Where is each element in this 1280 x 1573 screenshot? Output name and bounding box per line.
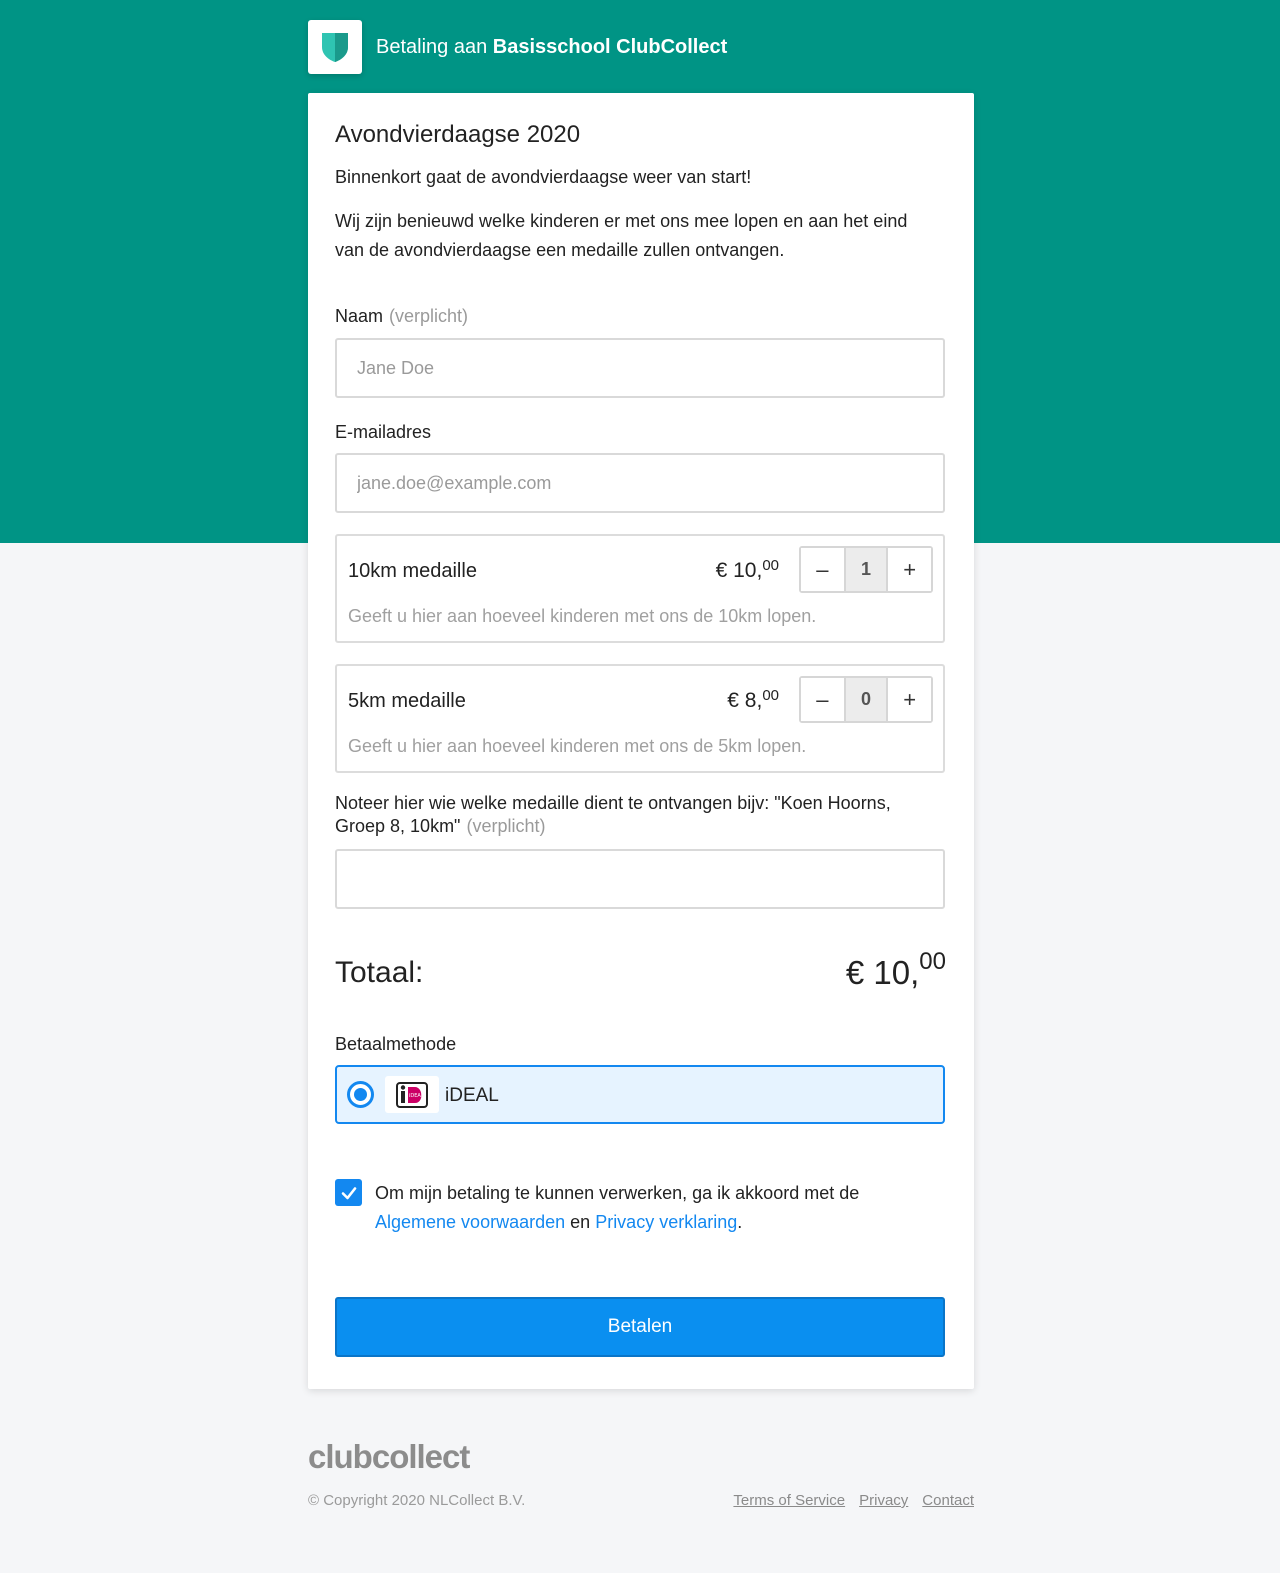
note-label: Noteer hier wie welke medaille dient te … — [335, 792, 935, 838]
product-10km: 10km medaille € 10,00 – 1 + Geeft u hier… — [335, 534, 945, 643]
ideal-logo-text: iDEAL — [409, 1093, 424, 1099]
shield-icon — [322, 33, 348, 62]
header-prefix: Betaling aan — [376, 35, 488, 58]
total-amount-main: € 10, — [845, 954, 920, 991]
increment-button[interactable]: + — [888, 678, 931, 721]
quantity-value[interactable]: 0 — [843, 678, 889, 721]
payment-radio[interactable] — [347, 1081, 374, 1108]
clubcollect-logo: clubcollect — [308, 1438, 470, 1475]
consent-and: en — [570, 1212, 591, 1232]
note-label-text: Noteer hier wie welke medaille dient te … — [335, 793, 891, 836]
consent-end: . — [737, 1212, 743, 1232]
header-title: Betaling aan Basisschool ClubCollect — [376, 36, 727, 59]
form-description: Wij zijn benieuwd welke kinderen er met … — [335, 211, 908, 260]
name-label: Naam (verplicht) — [335, 306, 468, 327]
payment-form-card: Avondvierdaagse 2020 Binnenkort gaat de … — [308, 93, 974, 1389]
page-header: Betaling aan Basisschool ClubCollect — [308, 20, 727, 74]
consent-sentence: Om mijn betaling te kunnen verwerken, ga… — [375, 1183, 860, 1203]
privacy-link[interactable]: Privacy — [859, 1492, 908, 1509]
quantity-stepper: – 1 + — [799, 546, 933, 593]
terms-link[interactable]: Algemene voorwaarden — [375, 1212, 565, 1232]
quantity-value[interactable]: 1 — [843, 548, 889, 591]
total-amount-cents: 00 — [919, 948, 946, 975]
payment-method-name: iDEAL — [445, 1085, 499, 1106]
copyright-text: © Copyright 2020 NLCollect B.V. — [308, 1492, 526, 1509]
product-description: Geeft u hier aan hoeveel kinderen met on… — [348, 736, 807, 756]
consent-checkbox[interactable] — [335, 1179, 362, 1206]
payment-method-label: Betaalmethode — [335, 1034, 457, 1054]
decrement-button[interactable]: – — [801, 548, 844, 591]
product-price-main: € 8, — [727, 689, 763, 712]
product-price-cents: 00 — [762, 687, 779, 704]
required-hint: (verplicht) — [466, 816, 546, 836]
email-input[interactable] — [335, 453, 945, 513]
privacy-statement-link[interactable]: Privacy verklaring — [595, 1212, 737, 1232]
consent-text: Om mijn betaling te kunnen verwerken, ga… — [375, 1179, 935, 1237]
form-intro: Binnenkort gaat de avondvierdaagse weer … — [335, 167, 752, 187]
product-name: 5km medaille — [348, 690, 466, 712]
ideal-icon: iDEAL — [396, 1081, 428, 1108]
quantity-stepper: – 0 + — [799, 676, 933, 723]
total-label: Totaal: — [335, 956, 424, 989]
name-input[interactable] — [335, 338, 945, 398]
email-label: E-mailadres — [335, 422, 432, 442]
required-hint: (verplicht) — [389, 306, 469, 326]
checkmark-icon — [341, 1186, 356, 1199]
product-price: € 8,00 — [727, 687, 779, 713]
product-description: Geeft u hier aan hoeveel kinderen met on… — [348, 606, 817, 626]
payment-method-ideal[interactable]: iDEAL iDEAL — [335, 1065, 945, 1124]
organization-logo — [308, 20, 362, 74]
total-amount: € 10,00 — [845, 948, 946, 992]
increment-button[interactable]: + — [888, 548, 931, 591]
organization-name: Basisschool ClubCollect — [492, 35, 728, 58]
product-price-cents: 00 — [762, 557, 779, 574]
pay-button[interactable]: Betalen — [335, 1297, 945, 1357]
product-price-main: € 10, — [715, 559, 763, 582]
product-5km: 5km medaille € 8,00 – 0 + Geeft u hier a… — [335, 664, 945, 773]
terms-of-service-link[interactable]: Terms of Service — [733, 1492, 845, 1509]
form-title: Avondvierdaagse 2020 — [335, 121, 581, 148]
footer-links: Terms of Service Privacy Contact — [733, 1492, 974, 1509]
product-price: € 10,00 — [715, 557, 779, 583]
ideal-logo: iDEAL — [385, 1076, 439, 1113]
name-label-text: Naam — [335, 306, 384, 326]
product-name: 10km medaille — [348, 560, 477, 582]
contact-link[interactable]: Contact — [922, 1492, 974, 1509]
note-input[interactable] — [335, 849, 945, 909]
decrement-button[interactable]: – — [801, 678, 844, 721]
